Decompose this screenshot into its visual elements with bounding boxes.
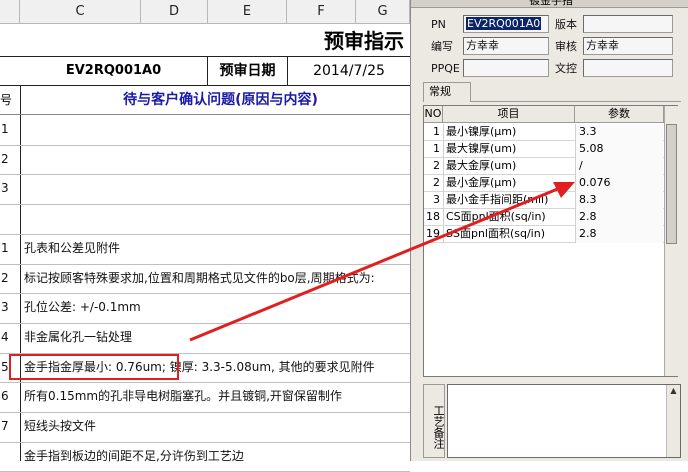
- annotation-arrow: [189, 182, 575, 342]
- arrow-line: [189, 186, 561, 342]
